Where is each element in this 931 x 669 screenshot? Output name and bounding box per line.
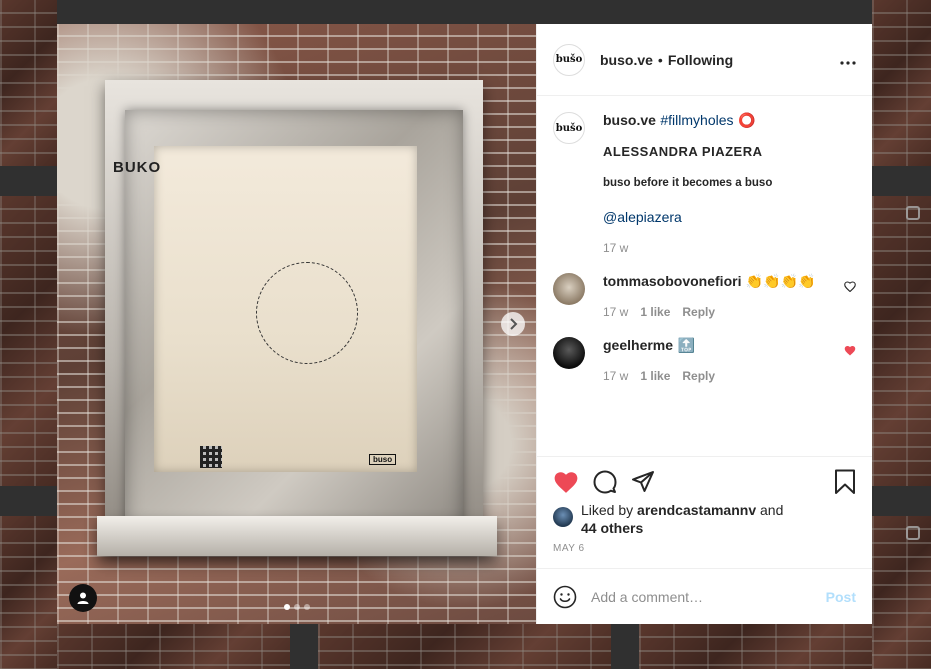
add-comment-bar: Post (537, 568, 872, 624)
comment-reply-button[interactable]: Reply (682, 305, 715, 319)
avatar[interactable] (553, 507, 573, 527)
smiley-icon (553, 585, 577, 608)
caption-mention[interactable]: @alepiazera (603, 209, 856, 225)
emoji-button[interactable] (553, 585, 577, 609)
post-header: bušo buso.ve • Following (537, 24, 872, 96)
comments-list[interactable]: bušo buso.ve #fillmyholes ⭕ ALESSANDRA P… (537, 96, 872, 456)
next-slide-button[interactable] (501, 312, 525, 336)
avatar[interactable] (553, 337, 585, 369)
poster-logo: buso (369, 454, 397, 465)
comment-item: tommasobovonefiori 👏👏👏👏 17 w 1 like Repl… (553, 273, 856, 319)
post-modal: BUKO buso bušo buso.ve • Following bušo … (57, 24, 872, 624)
post-date[interactable]: MAY 6 (553, 543, 856, 554)
caption-hashtag[interactable]: #fillmyholes (660, 112, 733, 128)
comment-text: 👏👏👏👏 (745, 273, 816, 289)
slide-indicator (57, 604, 536, 610)
liked-by-and: and (760, 502, 784, 518)
heart-filled-icon (554, 472, 578, 493)
caption-line-1: ALESSANDRA PIAZERA (603, 144, 763, 159)
header-separator: • (657, 51, 663, 68)
comment-username[interactable]: tommasobovonefiori (603, 273, 741, 289)
send-icon (632, 471, 654, 492)
heart-outline-icon (844, 281, 856, 293)
comment-input[interactable] (591, 588, 826, 605)
comment-item: geelherme 🔝 17 w 1 like Reply (553, 337, 856, 383)
heart-filled-icon (844, 346, 856, 356)
bookmark-icon (835, 469, 855, 494)
comment-username[interactable]: geelherme (603, 337, 673, 353)
more-options-button[interactable] (840, 48, 856, 71)
post-comment-button[interactable]: Post (826, 589, 856, 605)
avatar[interactable]: bušo (553, 43, 585, 76)
comment-like-button[interactable] (844, 281, 856, 295)
following-button[interactable]: Following (668, 52, 733, 68)
comment-reply-button[interactable]: Reply (682, 369, 715, 383)
liked-by-label: Liked by (581, 502, 634, 518)
liked-by-user[interactable]: arendcastamannv (637, 502, 756, 518)
slide-dot (293, 604, 300, 610)
post-photo[interactable]: BUKO buso (57, 24, 536, 624)
caption-emoji: ⭕ (737, 112, 756, 128)
slide-dot-active (283, 604, 290, 610)
caption-username[interactable]: buso.ve (603, 112, 656, 128)
comment-time[interactable]: 17 w (603, 369, 628, 383)
post-actions: Liked by arendcastamannv and 44 others M… (537, 456, 872, 568)
caption-line-2: buso before it becomes a buso (603, 177, 773, 189)
likes-summary: Liked by arendcastamannv and 44 others (553, 501, 856, 537)
comment-like-button[interactable] (844, 345, 856, 359)
share-button[interactable] (631, 470, 655, 494)
comment-likes[interactable]: 1 like (640, 369, 670, 383)
header-username[interactable]: buso.ve (600, 52, 653, 68)
caption: bušo buso.ve #fillmyholes ⭕ ALESSANDRA P… (553, 112, 856, 255)
caption-time[interactable]: 17 w (603, 241, 628, 255)
comment-likes[interactable]: 1 like (640, 305, 670, 319)
user-icon (77, 592, 89, 604)
comment-time[interactable]: 17 w (603, 305, 628, 319)
avatar[interactable]: bušo (553, 112, 585, 144)
avatar[interactable] (553, 273, 585, 305)
save-button[interactable] (834, 469, 856, 495)
poster-dashed-circle (256, 262, 358, 364)
chevron-right-icon (510, 318, 518, 330)
likes-others-link[interactable]: 44 others (581, 520, 643, 536)
slide-dot (303, 604, 310, 610)
poster-title: BUKO (113, 159, 162, 176)
more-horizontal-icon (840, 61, 856, 65)
like-button[interactable] (553, 470, 579, 494)
comment-bubble-icon (593, 470, 617, 494)
window-sill (97, 516, 497, 556)
post-side-panel: bušo buso.ve • Following bušo buso.ve #f… (536, 24, 872, 624)
comment-text: 🔝 (677, 337, 695, 353)
qr-code-icon (200, 446, 222, 468)
comment-button[interactable] (593, 470, 617, 494)
